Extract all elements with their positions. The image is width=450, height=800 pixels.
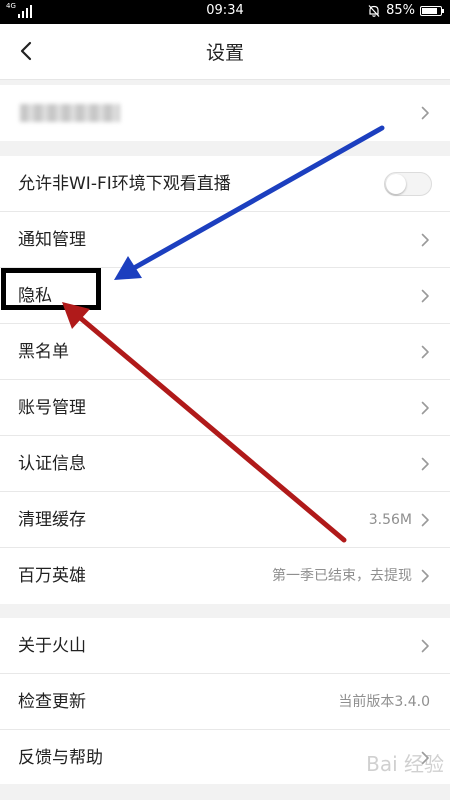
wifi-live-toggle[interactable]	[384, 172, 432, 196]
page-title: 设置	[205, 42, 244, 64]
notification-management-row[interactable]: 通知管理	[0, 212, 450, 268]
settings-section-about: 关于火山 检查更新 当前版本3.4.0 反馈与帮助	[0, 618, 450, 786]
row-label: 通知管理	[18, 230, 86, 250]
clear-cache-row[interactable]: 清理缓存 3.56M	[0, 492, 450, 548]
chevron-right-icon	[421, 639, 429, 653]
verification-info-row[interactable]: 认证信息	[0, 436, 450, 492]
chevron-right-icon	[421, 106, 429, 120]
chevron-right-icon	[421, 401, 429, 415]
chevron-right-icon	[421, 513, 429, 527]
privacy-row[interactable]: 隐私	[0, 268, 450, 324]
settings-section-main: 允许非WI-FI环境下观看直播 通知管理 隐私 黑名单 账号管理 认证信息 清理…	[0, 156, 450, 604]
battery-percent: 85%	[386, 3, 415, 18]
chevron-right-icon	[421, 569, 429, 583]
about-row[interactable]: 关于火山	[0, 618, 450, 674]
row-label: 黑名单	[18, 342, 69, 362]
row-label: 检查更新	[18, 692, 86, 712]
blacklist-row[interactable]: 黑名单	[0, 324, 450, 380]
profile-section	[0, 85, 450, 141]
header-bar: 设置	[0, 24, 450, 80]
wifi-live-row: 允许非WI-FI环境下观看直播	[0, 156, 450, 212]
chevron-right-icon	[421, 345, 429, 359]
million-hero-row[interactable]: 百万英雄 第一季已结束，去提现	[0, 548, 450, 604]
cache-size-value: 3.56M	[368, 512, 412, 528]
row-label: 允许非WI-FI环境下观看直播	[18, 174, 231, 194]
row-label: 认证信息	[18, 454, 86, 474]
chevron-right-icon	[421, 233, 429, 247]
row-label: 反馈与帮助	[18, 748, 103, 768]
masked-username	[20, 104, 120, 122]
battery-cap	[442, 8, 444, 13]
toggle-knob	[386, 174, 406, 194]
profile-row[interactable]	[0, 85, 450, 141]
row-label: 隐私	[18, 286, 52, 306]
row-label: 百万英雄	[18, 566, 86, 586]
row-label: 关于火山	[18, 636, 86, 656]
battery-fill	[422, 7, 437, 14]
row-label: 清理缓存	[18, 510, 86, 530]
bell-muted-icon	[368, 4, 380, 17]
account-management-row[interactable]: 账号管理	[0, 380, 450, 436]
check-update-row[interactable]: 检查更新 当前版本3.4.0	[0, 674, 450, 730]
chevron-right-icon	[421, 457, 429, 471]
chevron-right-icon	[421, 289, 429, 303]
battery-icon	[420, 5, 444, 16]
version-value: 当前版本3.4.0	[338, 694, 430, 710]
million-hero-value: 第一季已结束，去提现	[272, 568, 412, 584]
bottom-strip	[0, 784, 450, 800]
chevron-right-icon	[421, 751, 429, 765]
status-right: 85%	[367, 3, 444, 18]
feedback-help-row[interactable]: 反馈与帮助	[0, 730, 450, 786]
status-bar: 4G 09:34 85%	[0, 0, 450, 24]
row-label: 账号管理	[18, 398, 86, 418]
